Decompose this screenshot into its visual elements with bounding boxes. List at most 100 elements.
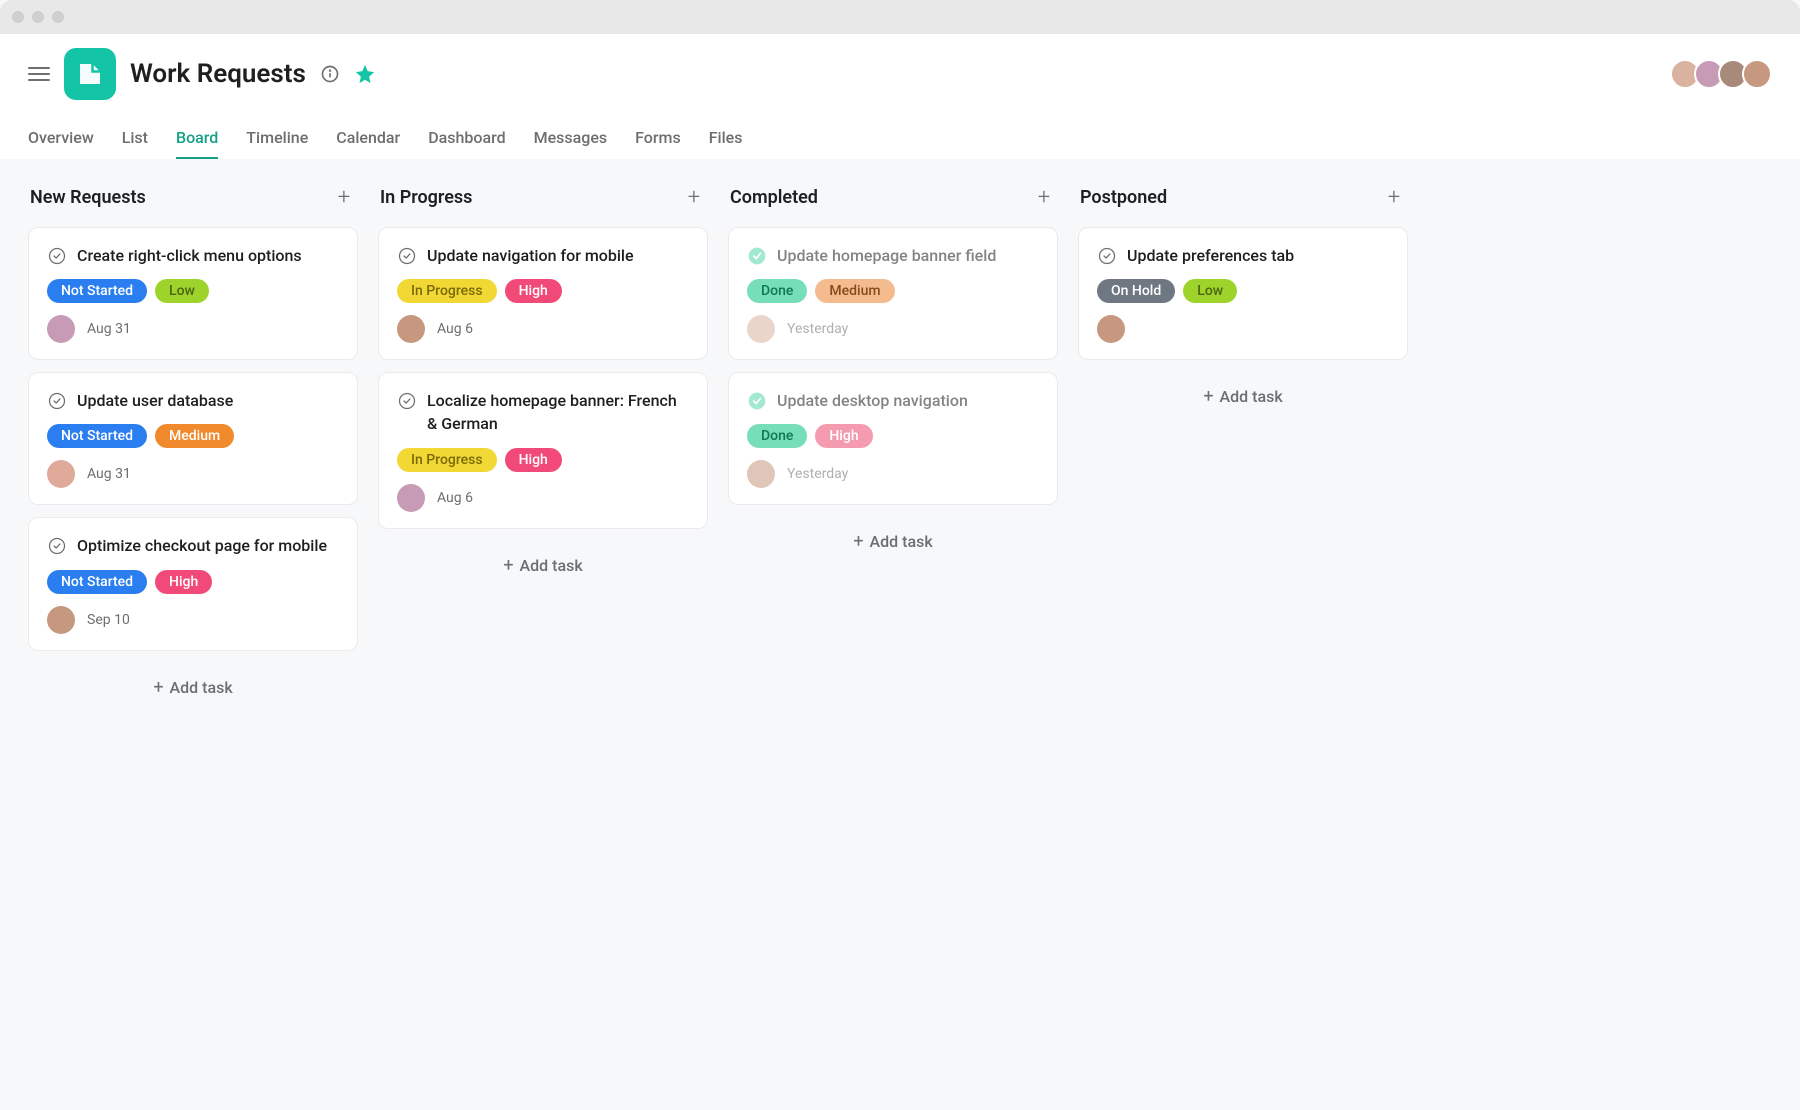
due-date: Yesterday [787, 466, 848, 482]
card-foot: Aug 6 [397, 484, 689, 512]
add-task-button[interactable]: +Add task [378, 541, 708, 590]
assignee-avatar[interactable] [47, 606, 75, 634]
check-circle-icon[interactable] [1097, 246, 1117, 266]
tag: High [505, 279, 562, 303]
task-card[interactable]: Update desktop navigation DoneHigh Yesterd… [728, 372, 1058, 505]
tab-list[interactable]: List [122, 118, 148, 159]
tag: Low [1183, 279, 1237, 303]
task-card[interactable]: Update user databaseNot StartedMediumAug… [28, 372, 358, 505]
column: New Requests+ Create right-click menu opt… [28, 185, 358, 712]
assignee-avatar[interactable] [397, 315, 425, 343]
add-card-icon[interactable]: + [1382, 185, 1406, 209]
tab-messages[interactable]: Messages [534, 118, 608, 159]
task-card[interactable]: Create right-click menu options Not Start… [28, 227, 358, 360]
assignee-avatar[interactable] [1097, 315, 1125, 343]
plus-icon: + [853, 531, 863, 552]
card-foot: Sep 10 [47, 606, 339, 634]
card-title: Update user database [77, 389, 233, 412]
tag: Low [155, 279, 209, 303]
window-dot [32, 11, 44, 23]
tags: Not StartedHigh [47, 570, 339, 594]
window-dot [52, 11, 64, 23]
task-card[interactable]: Localize homepage banner: French & Germa… [378, 372, 708, 528]
task-card[interactable]: Update preferences tab On HoldLow [1078, 227, 1408, 360]
card-head: Localize homepage banner: French & Germa… [397, 389, 689, 435]
check-complete-icon[interactable] [747, 391, 767, 411]
card-head: Update preferences tab [1097, 244, 1389, 267]
add-task-label: Add task [870, 532, 933, 551]
check-circle-icon[interactable] [397, 246, 417, 266]
check-circle-icon[interactable] [47, 536, 67, 556]
add-task-label: Add task [170, 678, 233, 697]
column: In Progress + Update navigation for mobile… [378, 185, 708, 590]
tags: In ProgressHigh [397, 448, 689, 472]
assignee-avatar[interactable] [747, 315, 775, 343]
task-card[interactable]: Optimize checkout page for mobileNot Sta… [28, 517, 358, 650]
tags: Not StartedLow [47, 279, 339, 303]
card-title: Update desktop navigation [777, 389, 968, 412]
column-header: New Requests+ [28, 185, 358, 209]
window-chrome [0, 0, 1800, 34]
task-card[interactable]: Update navigation for mobile In Progress H… [378, 227, 708, 360]
check-complete-icon[interactable] [747, 246, 767, 266]
tab-dashboard[interactable]: Dashboard [428, 118, 505, 159]
tag: Medium [815, 279, 894, 303]
tag: High [505, 448, 562, 472]
assignee-avatar[interactable] [747, 460, 775, 488]
tab-calendar[interactable]: Calendar [336, 118, 400, 159]
assignee-avatar[interactable] [47, 315, 75, 343]
tags: DoneMedium [747, 279, 1039, 303]
tab-board[interactable]: Board [176, 118, 218, 159]
check-circle-icon[interactable] [47, 391, 67, 411]
info-icon[interactable] [320, 64, 340, 84]
project-icon [64, 48, 116, 100]
card-title: Update navigation for mobile [427, 244, 634, 267]
tag: High [815, 424, 872, 448]
avatar[interactable] [1742, 59, 1772, 89]
window-dot [12, 11, 24, 23]
add-card-icon[interactable]: + [682, 185, 706, 209]
column: Postponed+ Update preferences tab On HoldL… [1078, 185, 1408, 421]
title-row: Work Requests [28, 48, 1772, 100]
column-header: Postponed+ [1078, 185, 1408, 209]
card-title: Create right-click menu options [77, 244, 302, 267]
tags: DoneHigh [747, 424, 1039, 448]
tab-overview[interactable]: Overview [28, 118, 94, 159]
tab-forms[interactable]: Forms [635, 118, 681, 159]
assignee-avatar[interactable] [397, 484, 425, 512]
column: Completed + Update homepage banner fieldDo… [728, 185, 1058, 566]
tab-timeline[interactable]: Timeline [246, 118, 308, 159]
card-head: Update navigation for mobile [397, 244, 689, 267]
tags: On HoldLow [1097, 279, 1389, 303]
check-circle-icon[interactable] [397, 391, 417, 411]
add-card-icon[interactable]: + [332, 185, 356, 209]
add-task-button[interactable]: + Add task [728, 517, 1058, 566]
star-icon[interactable] [354, 63, 376, 85]
card-foot [1097, 315, 1389, 343]
board: New Requests+ Create right-click menu opt… [0, 159, 1800, 738]
tabs: Overview List Board Timeline Calendar Dashboa… [28, 118, 1772, 159]
add-task-button[interactable]: +Add task [1078, 372, 1408, 421]
tab-files[interactable]: Files [709, 118, 743, 159]
task-card[interactable]: Update homepage banner fieldDoneMediumYe… [728, 227, 1058, 360]
tags: Not StartedMedium [47, 424, 339, 448]
hamburger-menu-icon[interactable] [28, 67, 50, 81]
card-foot: Yesterday [747, 315, 1039, 343]
due-date: Aug 31 [87, 321, 131, 337]
card-head: Update desktop navigation [747, 389, 1039, 412]
add-card-icon[interactable]: + [1032, 185, 1056, 209]
card-title: Update preferences tab [1127, 244, 1294, 267]
due-date: Aug 6 [437, 490, 473, 506]
card-title: Localize homepage banner: French & Germa… [427, 389, 689, 435]
check-circle-icon[interactable] [47, 246, 67, 266]
tag: In Progress [397, 279, 497, 303]
add-task-label: Add task [1220, 387, 1283, 406]
add-task-button[interactable]: +Add task [28, 663, 358, 712]
member-avatars[interactable] [1676, 59, 1772, 89]
topbar: Work Requests Overview List Board Timeline C… [0, 34, 1800, 159]
column-title: Completed [730, 187, 818, 208]
tag: Not Started [47, 570, 147, 594]
assignee-avatar[interactable] [47, 460, 75, 488]
tag: Not Started [47, 424, 147, 448]
due-date: Sep 10 [87, 612, 130, 628]
